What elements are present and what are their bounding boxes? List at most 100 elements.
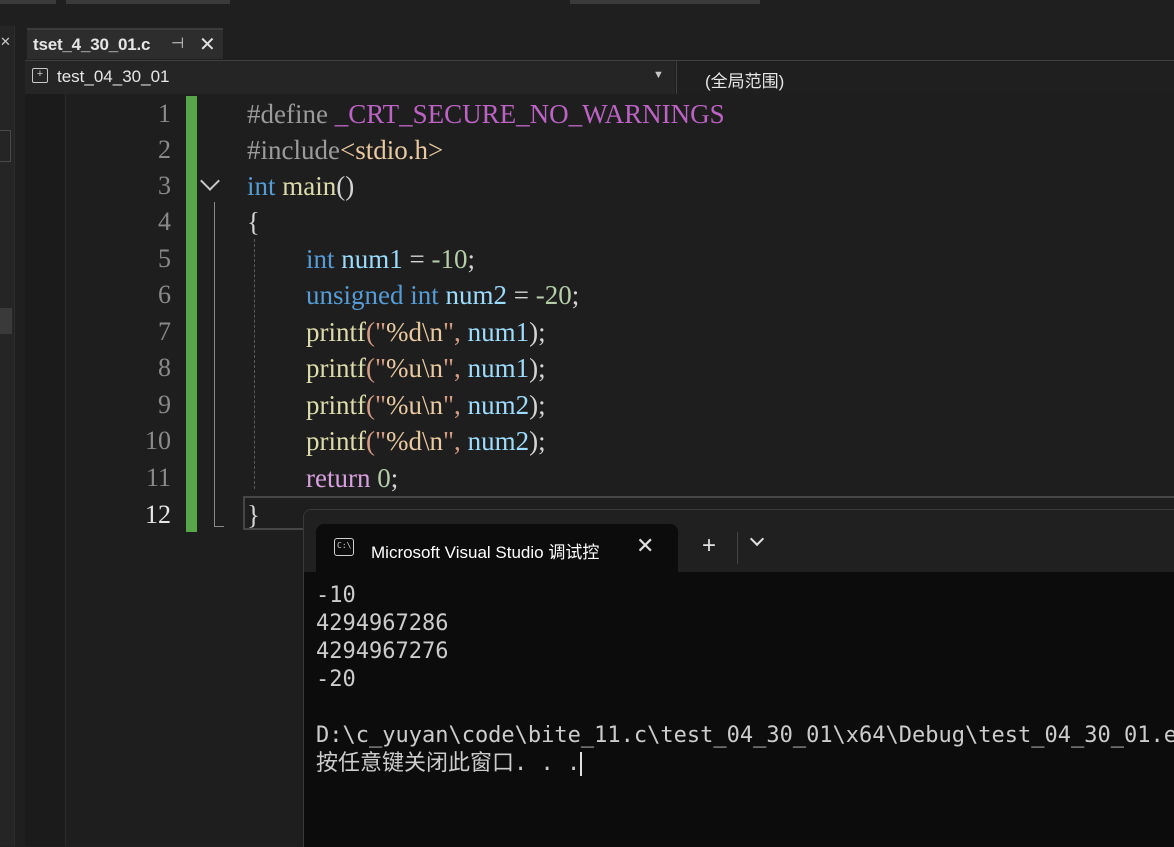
debug-console-window[interactable]: C:\ Microsoft Visual Studio 调试控 ✕ + -10 … <box>303 509 1174 847</box>
format-specifier: %d <box>386 426 423 456</box>
close-icon[interactable]: ✕ <box>636 533 654 559</box>
code-line: printf("%d\n", num2); <box>306 423 546 459</box>
line-number: 3 <box>158 171 171 200</box>
format-specifier: %u <box>386 390 423 420</box>
punctuation: ); <box>529 317 546 347</box>
line-number: 7 <box>158 317 171 346</box>
line-number: 11 <box>145 463 171 492</box>
chevron-down-icon[interactable] <box>749 531 765 547</box>
line-number: 10 <box>145 426 171 455</box>
output-line: 4294967276 <box>316 639 449 664</box>
line-number-current: 12 <box>145 500 171 529</box>
output-line: -20 <box>316 667 356 692</box>
number-literal: -10 <box>431 244 468 274</box>
keyword: int <box>247 171 276 201</box>
format-specifier: %d <box>386 317 423 347</box>
string-literal: ", <box>443 353 468 383</box>
output-line: 4294967286 <box>316 611 449 636</box>
toolbar-fragment <box>66 0 230 4</box>
string-literal: (" <box>366 353 387 383</box>
code-line: int num1 = -10; <box>306 241 475 277</box>
change-tracking-bar <box>186 96 197 532</box>
terminal-tab-title: Microsoft Visual Studio 调试控 <box>371 543 600 562</box>
punctuation: { <box>247 207 260 237</box>
string-literal: ", <box>443 426 468 456</box>
string-literal: ", <box>443 317 468 347</box>
prompt-text: 按任意键关闭此窗口. . . <box>316 751 581 776</box>
preprocessor-directive: #define <box>247 99 328 129</box>
line-number: 1 <box>158 99 171 128</box>
terminal-output[interactable]: -10 4294967286 4294967276 -20 D:\c_yuyan… <box>316 582 1174 807</box>
editor-tab[interactable]: tset_4_30_01.c ⊣ ✕ <box>27 28 223 59</box>
code-line: } <box>247 497 260 533</box>
toolbar-fragment <box>570 0 760 4</box>
console-icon: C:\ <box>334 538 354 556</box>
keyword: int <box>306 244 335 274</box>
variable: num1 <box>467 353 530 383</box>
function-name: printf <box>306 353 366 383</box>
punctuation: ; <box>467 244 476 274</box>
text-cursor <box>580 752 583 776</box>
code-line: #include<stdio.h> <box>247 132 443 168</box>
code-line: printf("%u\n", num1); <box>306 350 546 386</box>
function-name: printf <box>306 426 366 456</box>
function-name: printf <box>306 390 366 420</box>
keyword: return <box>306 463 371 493</box>
scope-dropdown[interactable]: (全局范围) <box>676 61 1174 94</box>
function-name: main <box>282 171 337 201</box>
operator: = <box>402 244 432 274</box>
punctuation: ; <box>571 280 580 310</box>
line-number: 9 <box>158 390 171 419</box>
preprocessor-directive: #include <box>247 135 340 165</box>
toolbar-fragment <box>0 0 56 4</box>
selection-margin[interactable] <box>25 94 66 846</box>
new-tab-button[interactable]: + <box>702 532 716 560</box>
escape-sequence: \n <box>422 317 444 347</box>
keyword: unsigned <box>306 280 404 310</box>
code-lines[interactable]: #define _CRT_SECURE_NO_WARNINGS #include… <box>247 94 725 530</box>
escape-sequence: \n <box>422 353 444 383</box>
format-specifier: %u <box>386 353 423 383</box>
punctuation: ); <box>529 426 546 456</box>
panel-selection[interactable] <box>0 308 12 334</box>
punctuation: ); <box>529 353 546 383</box>
variable: num1 <box>467 317 530 347</box>
code-line: return 0; <box>306 460 398 496</box>
string-literal: ", <box>443 390 468 420</box>
terminal-tab-bar: C:\ Microsoft Visual Studio 调试控 ✕ + <box>304 510 1174 572</box>
line-number: 5 <box>158 244 171 273</box>
line-number: 2 <box>158 135 171 164</box>
scope-label: (全局范围) <box>705 72 785 91</box>
left-panel-rail: ✕ <box>0 26 15 846</box>
variable: num2 <box>467 426 530 456</box>
panel-dropdown[interactable] <box>0 130 11 162</box>
keyword: int <box>410 280 439 310</box>
fold-chevron-icon[interactable] <box>200 171 220 191</box>
string-literal: (" <box>366 390 387 420</box>
function-name: printf <box>306 317 366 347</box>
escape-sequence: \n <box>422 390 444 420</box>
fold-region-line <box>214 202 215 527</box>
punctuation: } <box>247 500 260 530</box>
divider <box>737 532 738 564</box>
line-number: 8 <box>158 353 171 382</box>
include-header: <stdio.h> <box>339 135 444 165</box>
navigation-bar: + test_04_30_01 ▼ (全局范围) <box>25 60 1174 95</box>
close-icon[interactable]: ✕ <box>199 32 216 57</box>
code-line: unsigned int num2 = -20; <box>306 277 579 313</box>
dropdown-arrow-icon[interactable]: ▼ <box>653 69 664 81</box>
punctuation: () <box>336 171 355 201</box>
project-dropdown[interactable]: + test_04_30_01 ▼ <box>25 61 675 94</box>
code-line: printf("%u\n", num2); <box>306 387 546 423</box>
tab-filename: tset_4_30_01.c <box>33 34 151 54</box>
pin-icon[interactable]: ⊣ <box>171 34 184 52</box>
terminal-tab[interactable]: C:\ Microsoft Visual Studio 调试控 ✕ <box>316 524 678 572</box>
string-literal: (" <box>366 317 387 347</box>
number-literal: 0 <box>377 463 391 493</box>
variable: num1 <box>341 244 403 274</box>
code-line: #define _CRT_SECURE_NO_WARNINGS <box>247 96 725 132</box>
line-number: 6 <box>158 280 171 309</box>
top-toolbar-strip <box>0 0 1174 5</box>
code-line: int main() <box>247 168 354 204</box>
close-icon[interactable]: ✕ <box>0 34 11 50</box>
